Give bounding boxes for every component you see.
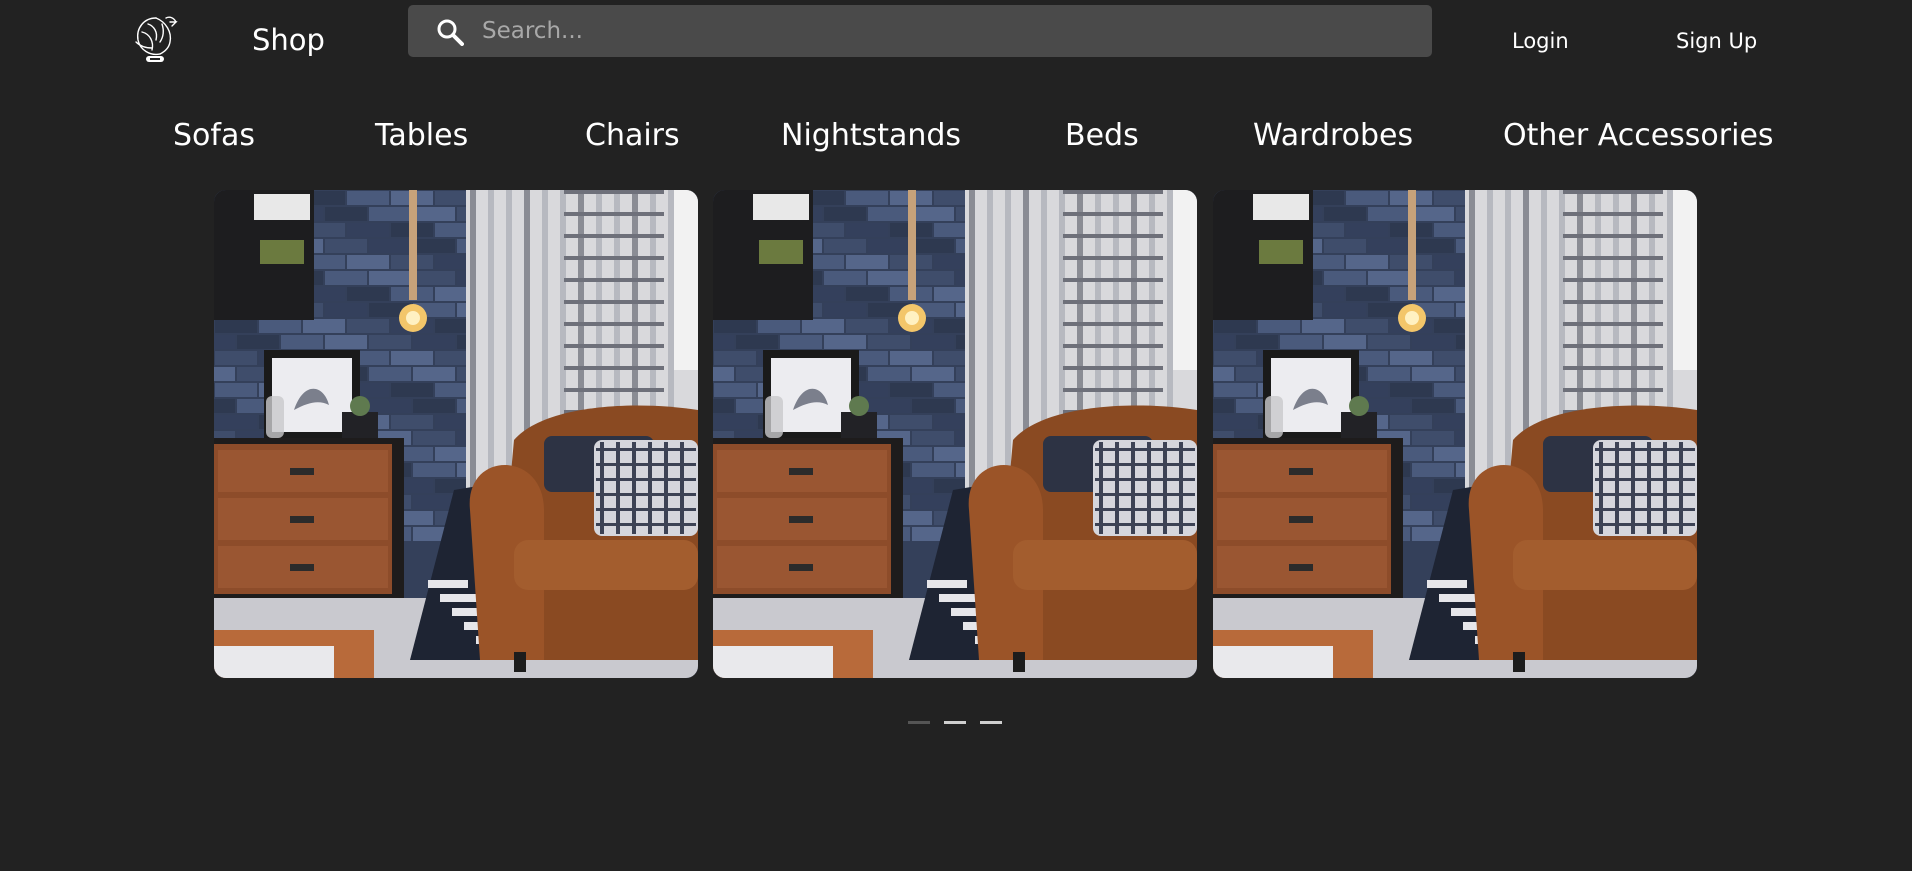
carousel-indicators <box>908 721 1004 727</box>
bird-logo-icon[interactable] <box>126 12 184 66</box>
search-input[interactable] <box>480 5 1410 57</box>
carousel-indicator[interactable] <box>944 721 966 724</box>
category-tables[interactable]: Tables <box>375 112 468 160</box>
category-wardrobes[interactable]: Wardrobes <box>1253 112 1413 160</box>
category-nightstands[interactable]: Nightstands <box>781 112 961 160</box>
carousel-indicator[interactable] <box>980 721 1002 724</box>
image-carousel[interactable] <box>214 190 1698 678</box>
site-header: Shop Login Sign Up <box>0 0 1912 80</box>
search-icon[interactable] <box>436 18 464 46</box>
search-bar[interactable] <box>408 5 1432 57</box>
category-nav: Sofas Tables Chairs Nightstands Beds War… <box>0 112 1912 160</box>
carousel-indicator[interactable] <box>908 721 930 724</box>
category-other-accessories[interactable]: Other Accessories <box>1503 112 1774 160</box>
shop-link[interactable]: Shop <box>252 22 325 58</box>
carousel-slide[interactable] <box>713 190 1197 678</box>
living-room-photo <box>1213 190 1697 678</box>
category-beds[interactable]: Beds <box>1065 112 1139 160</box>
carousel-slide[interactable] <box>214 190 698 678</box>
living-room-photo <box>713 190 1197 678</box>
category-sofas[interactable]: Sofas <box>173 112 255 160</box>
login-link[interactable]: Login <box>1512 27 1569 55</box>
category-chairs[interactable]: Chairs <box>585 112 680 160</box>
carousel-slide[interactable] <box>1213 190 1697 678</box>
signup-link[interactable]: Sign Up <box>1676 27 1757 55</box>
living-room-photo <box>214 190 698 678</box>
